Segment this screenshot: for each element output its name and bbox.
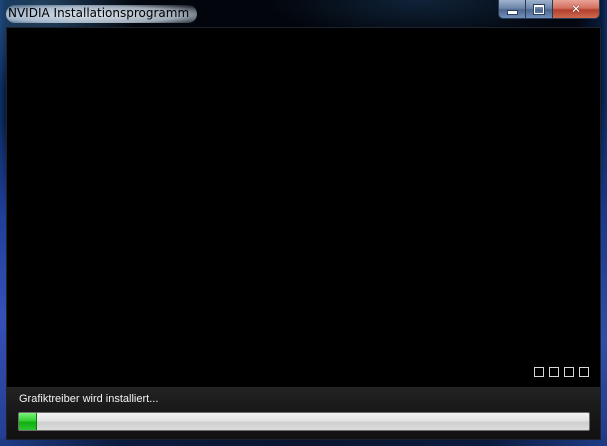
content-area: Grafiktreiber wird installiert... xyxy=(6,27,601,440)
status-message: Grafiktreiber wird installiert... xyxy=(19,393,159,405)
slide-indicator-3[interactable] xyxy=(564,367,574,377)
caption-buttons: ✕ xyxy=(498,0,600,19)
window-title: NVIDIA Installationsprogramm xyxy=(6,5,198,23)
maximize-button[interactable] xyxy=(526,0,553,18)
progress-bar-fill xyxy=(19,413,38,430)
close-icon: ✕ xyxy=(570,2,582,16)
minimize-icon xyxy=(506,9,518,15)
progress-bar xyxy=(18,412,590,431)
installer-window: NVIDIA Installationsprogramm ✕ Grafiktre… xyxy=(0,0,607,446)
close-button[interactable]: ✕ xyxy=(553,0,599,18)
maximize-icon xyxy=(533,3,545,15)
slide-indicator-4[interactable] xyxy=(579,367,589,377)
status-panel: Grafiktreiber wird installiert... xyxy=(7,387,600,439)
minimize-button[interactable] xyxy=(499,0,526,18)
slide-indicators xyxy=(534,367,589,377)
slide-indicator-1[interactable] xyxy=(534,367,544,377)
slide-indicator-2[interactable] xyxy=(549,367,559,377)
window-frame-right xyxy=(601,100,607,446)
